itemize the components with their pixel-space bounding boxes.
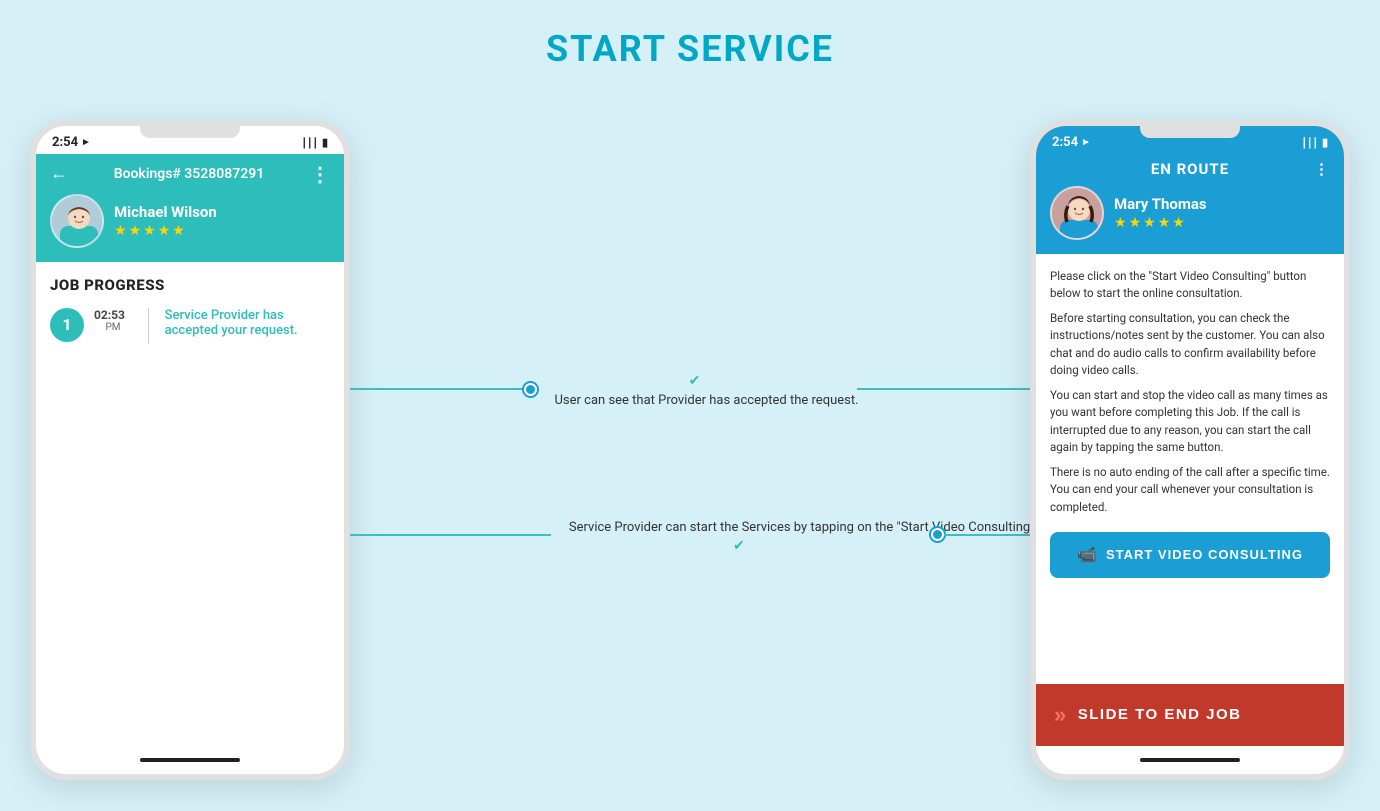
battery-icon-2: ▮ bbox=[1322, 136, 1328, 149]
start-video-consulting-button[interactable]: 📹 START VIDEO CONSULTING bbox=[1050, 532, 1330, 578]
phone2-more-icon[interactable]: ⋮ bbox=[1314, 160, 1330, 178]
phone2-time: 2:54 ► bbox=[1052, 135, 1091, 150]
avatar bbox=[50, 194, 104, 248]
phone1-time: 2:54 ► bbox=[52, 135, 91, 150]
phone1-profile: Michael Wilson ★ ★ ★ ★ ★ bbox=[50, 194, 330, 248]
star-1: ★ bbox=[114, 223, 127, 239]
avatar-2 bbox=[1050, 186, 1104, 240]
home-indicator-2 bbox=[1140, 758, 1240, 762]
annotation1-line-right bbox=[857, 388, 1031, 390]
star-p2-4: ★ bbox=[1158, 215, 1171, 231]
annotation2-line-left bbox=[350, 534, 551, 536]
phone1-bottom-bar bbox=[36, 746, 344, 774]
job-progress-title: JOB PROGRESS bbox=[50, 276, 330, 294]
profile-name: Michael Wilson bbox=[114, 203, 217, 221]
annotation1-check-icon: ✔ bbox=[689, 373, 701, 389]
phone2-status-icons: ∣∣∣ ▮ bbox=[1301, 136, 1328, 149]
job-progress-section: JOB PROGRESS 1 02:53 PM Service Provider… bbox=[36, 262, 344, 746]
annotation2-dot bbox=[931, 528, 944, 541]
phone2-body: Please click on the "Start Video Consult… bbox=[1036, 254, 1344, 684]
annotation2-check-icon: ✔ bbox=[733, 538, 745, 554]
phone2-paragraph2: Before starting consultation, you can ch… bbox=[1050, 310, 1330, 379]
annotations-area: ✔ User can see that Provider has accepte… bbox=[350, 120, 1030, 780]
progress-divider bbox=[148, 308, 149, 344]
phone-2: 2:54 ► ∣∣∣ ▮ ← EN ROUTE ⋮ bbox=[1030, 120, 1350, 780]
star-p2-1: ★ bbox=[1114, 215, 1127, 231]
phone2-paragraph1: Please click on the "Start Video Consult… bbox=[1050, 268, 1330, 303]
star-5: ★ bbox=[172, 223, 185, 239]
progress-item: 1 02:53 PM Service Provider has accepted… bbox=[50, 308, 330, 344]
phone2-bottom-bar bbox=[1036, 746, 1344, 774]
more-icon[interactable]: ⋮ bbox=[310, 162, 330, 186]
slide-to-end-label: SLIDE TO END JOB bbox=[1078, 706, 1242, 723]
phone2-profile: Mary Thomas ★ ★ ★ ★ ★ bbox=[1050, 186, 1330, 240]
star-p2-2: ★ bbox=[1129, 215, 1142, 231]
phone2-header: ← EN ROUTE ⋮ bbox=[1036, 154, 1344, 254]
phone1-status-icons: ∣∣∣ ▮ bbox=[301, 136, 328, 149]
phone2-profile-name: Mary Thomas bbox=[1114, 195, 1207, 213]
annotation-2: Service Provider can start the Services … bbox=[350, 516, 1030, 554]
wifi-icon: ∣∣∣ bbox=[301, 136, 318, 149]
annotation1-dot bbox=[524, 383, 537, 396]
progress-step-number: 1 bbox=[50, 308, 84, 342]
phone1-header: ← Bookings# 3528087291 ⋮ bbox=[36, 154, 344, 262]
phone-notch bbox=[140, 126, 240, 138]
start-video-label: START VIDEO CONSULTING bbox=[1106, 547, 1303, 562]
home-indicator bbox=[140, 758, 240, 762]
annotation-1: ✔ User can see that Provider has accepte… bbox=[350, 370, 1030, 408]
star-p2-5: ★ bbox=[1172, 215, 1185, 231]
phone-1: 2:54 ► ∣∣∣ ▮ ← Bookings# 3528087291 ⋮ bbox=[30, 120, 350, 780]
star-2: ★ bbox=[129, 223, 142, 239]
en-route-title: EN ROUTE bbox=[1151, 160, 1229, 178]
slide-chevron-icon: » bbox=[1054, 702, 1068, 728]
annotation2-text: Service Provider can start the Services … bbox=[561, 520, 1046, 535]
phone2-stars: ★ ★ ★ ★ ★ bbox=[1114, 215, 1207, 231]
back-icon[interactable]: ← bbox=[50, 163, 68, 184]
stars: ★ ★ ★ ★ ★ bbox=[114, 223, 217, 239]
progress-period: PM bbox=[105, 322, 120, 333]
star-4: ★ bbox=[158, 223, 171, 239]
wifi-icon-2: ∣∣∣ bbox=[1301, 136, 1318, 149]
phone2-notch bbox=[1140, 126, 1240, 138]
progress-time: 02:53 bbox=[94, 308, 132, 322]
star-3: ★ bbox=[143, 223, 156, 239]
progress-text: Service Provider has accepted your reque… bbox=[165, 308, 330, 338]
page-title: START SERVICE bbox=[546, 28, 834, 70]
phone2-paragraph4: There is no auto ending of the call afte… bbox=[1050, 464, 1330, 516]
booking-number: Bookings# 3528087291 bbox=[114, 166, 265, 182]
star-p2-3: ★ bbox=[1143, 215, 1156, 231]
annotation1-line-left bbox=[350, 388, 524, 390]
video-camera-icon: 📹 bbox=[1077, 545, 1098, 565]
annotation2-line-right bbox=[944, 534, 1030, 536]
annotation1-text: User can see that Provider has accepted … bbox=[547, 393, 867, 408]
phone2-paragraph3: You can start and stop the video call as… bbox=[1050, 387, 1330, 456]
battery-icon: ▮ bbox=[322, 136, 328, 149]
slide-to-end-button[interactable]: » SLIDE TO END JOB bbox=[1036, 684, 1344, 746]
